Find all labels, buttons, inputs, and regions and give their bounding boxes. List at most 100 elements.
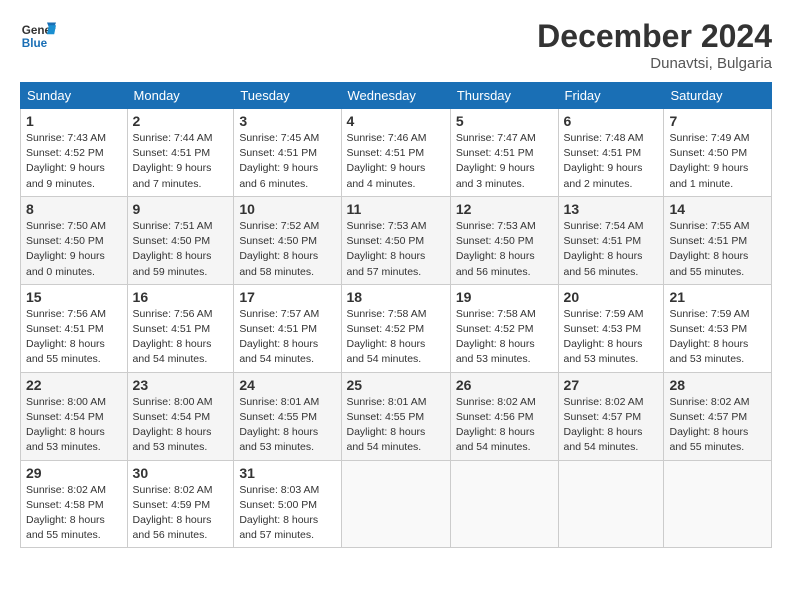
day-info: Sunrise: 7:58 AM Sunset: 4:52 PM Dayligh… bbox=[347, 307, 445, 368]
calendar-cell: 12 Sunrise: 7:53 AM Sunset: 4:50 PM Dayli… bbox=[450, 196, 558, 284]
calendar-cell: 4 Sunrise: 7:46 AM Sunset: 4:51 PM Daylig… bbox=[341, 109, 450, 197]
calendar-cell: 16 Sunrise: 7:56 AM Sunset: 4:51 PM Dayli… bbox=[127, 284, 234, 372]
calendar-cell: 21 Sunrise: 7:59 AM Sunset: 4:53 PM Dayli… bbox=[664, 284, 772, 372]
day-number: 6 bbox=[564, 113, 659, 129]
weekday-header-wednesday: Wednesday bbox=[341, 83, 450, 109]
day-number: 2 bbox=[133, 113, 229, 129]
day-number: 31 bbox=[239, 465, 335, 481]
day-info: Sunrise: 7:55 AM Sunset: 4:51 PM Dayligh… bbox=[669, 219, 766, 280]
calendar-cell bbox=[558, 460, 664, 548]
weekday-header-sunday: Sunday bbox=[21, 83, 128, 109]
calendar-cell: 23 Sunrise: 8:00 AM Sunset: 4:54 PM Dayli… bbox=[127, 372, 234, 460]
day-info: Sunrise: 7:56 AM Sunset: 4:51 PM Dayligh… bbox=[133, 307, 229, 368]
week-row-1: 1Sunrise: 7:43 AM Sunset: 4:52 PM Daylig… bbox=[21, 109, 772, 197]
calendar-cell: 19Sunrise: 7:58 AM Sunset: 4:52 PM Dayli… bbox=[450, 284, 558, 372]
day-info: Sunrise: 7:51 AM Sunset: 4:50 PM Dayligh… bbox=[133, 219, 229, 280]
week-row-2: 8 Sunrise: 7:50 AM Sunset: 4:50 PM Daylig… bbox=[21, 196, 772, 284]
day-info: Sunrise: 7:45 AM Sunset: 4:51 PM Dayligh… bbox=[239, 131, 335, 192]
day-number: 13 bbox=[564, 201, 659, 217]
calendar-table: SundayMondayTuesdayWednesdayThursdayFrid… bbox=[20, 82, 772, 548]
day-info: Sunrise: 8:02 AM Sunset: 4:58 PM Dayligh… bbox=[26, 483, 122, 544]
weekday-header-monday: Monday bbox=[127, 83, 234, 109]
calendar-cell bbox=[341, 460, 450, 548]
day-info: Sunrise: 7:53 AM Sunset: 4:50 PM Dayligh… bbox=[347, 219, 445, 280]
day-number: 22 bbox=[26, 377, 122, 393]
day-number: 11 bbox=[347, 201, 445, 217]
day-number: 18 bbox=[347, 289, 445, 305]
logo: General Blue bbox=[20, 18, 60, 54]
day-number: 27 bbox=[564, 377, 659, 393]
calendar-cell: 11 Sunrise: 7:53 AM Sunset: 4:50 PM Dayli… bbox=[341, 196, 450, 284]
day-info: Sunrise: 7:46 AM Sunset: 4:51 PM Dayligh… bbox=[347, 131, 445, 192]
day-number: 14 bbox=[669, 201, 766, 217]
day-number: 4 bbox=[347, 113, 445, 129]
day-number: 21 bbox=[669, 289, 766, 305]
calendar-cell: 3 Sunrise: 7:45 AM Sunset: 4:51 PM Daylig… bbox=[234, 109, 341, 197]
day-info: Sunrise: 8:01 AM Sunset: 4:55 PM Dayligh… bbox=[347, 395, 445, 456]
week-row-5: 29Sunrise: 8:02 AM Sunset: 4:58 PM Dayli… bbox=[21, 460, 772, 548]
day-info: Sunrise: 7:49 AM Sunset: 4:50 PM Dayligh… bbox=[669, 131, 766, 192]
day-number: 23 bbox=[133, 377, 229, 393]
day-number: 28 bbox=[669, 377, 766, 393]
calendar-cell: 13 Sunrise: 7:54 AM Sunset: 4:51 PM Dayli… bbox=[558, 196, 664, 284]
calendar-cell: 27 Sunrise: 8:02 AM Sunset: 4:57 PM Dayli… bbox=[558, 372, 664, 460]
weekday-header-saturday: Saturday bbox=[664, 83, 772, 109]
day-info: Sunrise: 7:59 AM Sunset: 4:53 PM Dayligh… bbox=[669, 307, 766, 368]
day-number: 20 bbox=[564, 289, 659, 305]
day-info: Sunrise: 8:01 AM Sunset: 4:55 PM Dayligh… bbox=[239, 395, 335, 456]
day-number: 5 bbox=[456, 113, 553, 129]
calendar-cell: 17Sunrise: 7:57 AM Sunset: 4:51 PM Dayli… bbox=[234, 284, 341, 372]
day-info: Sunrise: 7:47 AM Sunset: 4:51 PM Dayligh… bbox=[456, 131, 553, 192]
calendar-cell bbox=[450, 460, 558, 548]
svg-text:Blue: Blue bbox=[22, 37, 48, 50]
day-number: 8 bbox=[26, 201, 122, 217]
day-info: Sunrise: 8:02 AM Sunset: 4:57 PM Dayligh… bbox=[564, 395, 659, 456]
calendar-cell: 31 Sunrise: 8:03 AM Sunset: 5:00 PM Dayli… bbox=[234, 460, 341, 548]
day-info: Sunrise: 8:00 AM Sunset: 4:54 PM Dayligh… bbox=[133, 395, 229, 456]
day-info: Sunrise: 7:48 AM Sunset: 4:51 PM Dayligh… bbox=[564, 131, 659, 192]
calendar-cell: 2Sunrise: 7:44 AM Sunset: 4:51 PM Daylig… bbox=[127, 109, 234, 197]
day-number: 1 bbox=[26, 113, 122, 129]
day-number: 7 bbox=[669, 113, 766, 129]
day-info: Sunrise: 8:02 AM Sunset: 4:59 PM Dayligh… bbox=[133, 483, 229, 544]
weekday-header-tuesday: Tuesday bbox=[234, 83, 341, 109]
header: General Blue December 2024 Dunavtsi, Bul… bbox=[20, 18, 772, 72]
day-number: 9 bbox=[133, 201, 229, 217]
day-number: 10 bbox=[239, 201, 335, 217]
calendar-cell: 14 Sunrise: 7:55 AM Sunset: 4:51 PM Dayli… bbox=[664, 196, 772, 284]
location: Dunavtsi, Bulgaria bbox=[537, 55, 772, 72]
day-number: 12 bbox=[456, 201, 553, 217]
weekday-header-thursday: Thursday bbox=[450, 83, 558, 109]
calendar-cell: 8 Sunrise: 7:50 AM Sunset: 4:50 PM Daylig… bbox=[21, 196, 128, 284]
weekday-header-row: SundayMondayTuesdayWednesdayThursdayFrid… bbox=[21, 83, 772, 109]
week-row-3: 15Sunrise: 7:56 AM Sunset: 4:51 PM Dayli… bbox=[21, 284, 772, 372]
day-info: Sunrise: 8:02 AM Sunset: 4:57 PM Dayligh… bbox=[669, 395, 766, 456]
calendar-cell: 10 Sunrise: 7:52 AM Sunset: 4:50 PM Dayli… bbox=[234, 196, 341, 284]
day-number: 19 bbox=[456, 289, 553, 305]
day-info: Sunrise: 7:54 AM Sunset: 4:51 PM Dayligh… bbox=[564, 219, 659, 280]
calendar-cell: 28 Sunrise: 8:02 AM Sunset: 4:57 PM Dayli… bbox=[664, 372, 772, 460]
calendar-cell bbox=[664, 460, 772, 548]
week-row-4: 22 Sunrise: 8:00 AM Sunset: 4:54 PM Dayli… bbox=[21, 372, 772, 460]
calendar-cell: 25 Sunrise: 8:01 AM Sunset: 4:55 PM Dayli… bbox=[341, 372, 450, 460]
day-info: Sunrise: 7:57 AM Sunset: 4:51 PM Dayligh… bbox=[239, 307, 335, 368]
month-title: December 2024 bbox=[537, 18, 772, 55]
calendar-cell: 26Sunrise: 8:02 AM Sunset: 4:56 PM Dayli… bbox=[450, 372, 558, 460]
day-number: 16 bbox=[133, 289, 229, 305]
day-number: 30 bbox=[133, 465, 229, 481]
day-number: 25 bbox=[347, 377, 445, 393]
day-info: Sunrise: 8:02 AM Sunset: 4:56 PM Dayligh… bbox=[456, 395, 553, 456]
weekday-header-friday: Friday bbox=[558, 83, 664, 109]
day-info: Sunrise: 7:50 AM Sunset: 4:50 PM Dayligh… bbox=[26, 219, 122, 280]
day-info: Sunrise: 7:52 AM Sunset: 4:50 PM Dayligh… bbox=[239, 219, 335, 280]
calendar-cell: 9 Sunrise: 7:51 AM Sunset: 4:50 PM Daylig… bbox=[127, 196, 234, 284]
day-number: 3 bbox=[239, 113, 335, 129]
calendar-cell: 22Sunrise: 8:00 AM Sunset: 4:54 PM Dayli… bbox=[21, 372, 128, 460]
calendar-cell: 18 Sunrise: 7:58 AM Sunset: 4:52 PM Dayli… bbox=[341, 284, 450, 372]
day-info: Sunrise: 7:53 AM Sunset: 4:50 PM Dayligh… bbox=[456, 219, 553, 280]
calendar-cell: 7 Sunrise: 7:49 AM Sunset: 4:50 PM Daylig… bbox=[664, 109, 772, 197]
calendar-cell: 29Sunrise: 8:02 AM Sunset: 4:58 PM Dayli… bbox=[21, 460, 128, 548]
day-info: Sunrise: 8:03 AM Sunset: 5:00 PM Dayligh… bbox=[239, 483, 335, 544]
calendar-cell: 1Sunrise: 7:43 AM Sunset: 4:52 PM Daylig… bbox=[21, 109, 128, 197]
day-number: 24 bbox=[239, 377, 335, 393]
